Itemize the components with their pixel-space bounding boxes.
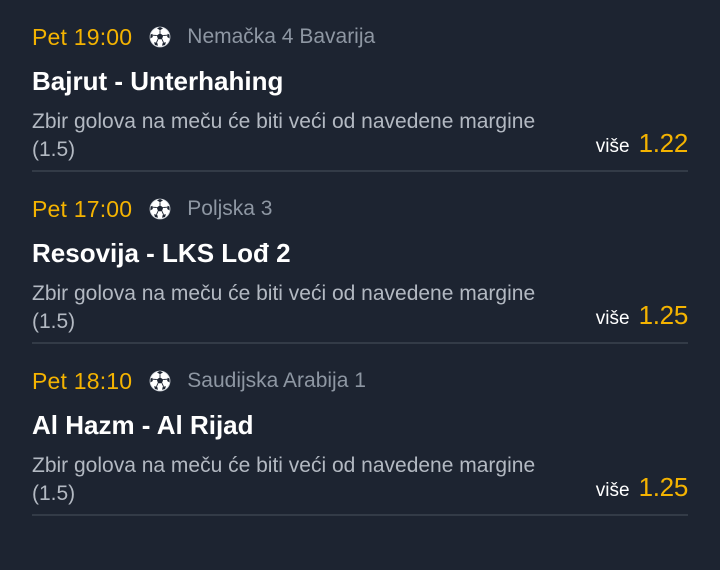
soccer-ball-icon [149, 370, 171, 392]
match-time: Pet 18:10 [32, 367, 133, 394]
odds-value: 1.25 [638, 472, 689, 502]
soccer-ball-icon [149, 198, 171, 220]
odds-value: 1.22 [638, 128, 689, 158]
market-description: Zbir golova na meču će biti veći od nave… [32, 454, 536, 505]
market-description: Zbir golova na meču će biti veći od nave… [32, 282, 536, 333]
match-item[interactable]: Pet 17:00 Poljska 3 Resovija - LKS Lođ 2… [32, 172, 688, 344]
match-header: Pet 19:00 Nemačka 4 Bavarija [32, 22, 375, 52]
league-name: Saudijska Arabija 1 [187, 369, 366, 392]
market-description: Zbir golova na meču će biti veći od nave… [32, 110, 536, 161]
bet-slip-list: Pet 19:00 Nemačka 4 Bavarija Bajrut - Un… [0, 0, 720, 516]
league-name: Nemačka 4 Bavarija [187, 25, 376, 48]
pick-label: više [595, 136, 630, 157]
odds-button[interactable]: više 1.25 [595, 472, 689, 506]
match-item[interactable]: Pet 19:00 Nemačka 4 Bavarija Bajrut - Un… [32, 0, 688, 172]
odds-button[interactable]: više 1.22 [595, 128, 689, 162]
match-time: Pet 17:00 [32, 195, 133, 222]
match-time: Pet 19:00 [32, 23, 133, 50]
match-teams: Resovija - LKS Lođ 2 [32, 238, 291, 268]
match-item[interactable]: Pet 18:10 Saudijska Arabija 1 Al Hazm - … [32, 344, 688, 516]
odds-button[interactable]: više 1.25 [595, 300, 689, 334]
match-teams: Bajrut - Unterhahing [32, 66, 284, 96]
match-teams: Al Hazm - Al Rijad [32, 410, 254, 440]
match-header: Pet 17:00 Poljska 3 [32, 194, 273, 224]
soccer-ball-icon [149, 26, 171, 48]
match-header: Pet 18:10 Saudijska Arabija 1 [32, 366, 366, 396]
pick-label: više [595, 308, 630, 329]
odds-value: 1.25 [638, 300, 689, 330]
league-name: Poljska 3 [187, 197, 273, 220]
pick-label: više [595, 480, 630, 501]
